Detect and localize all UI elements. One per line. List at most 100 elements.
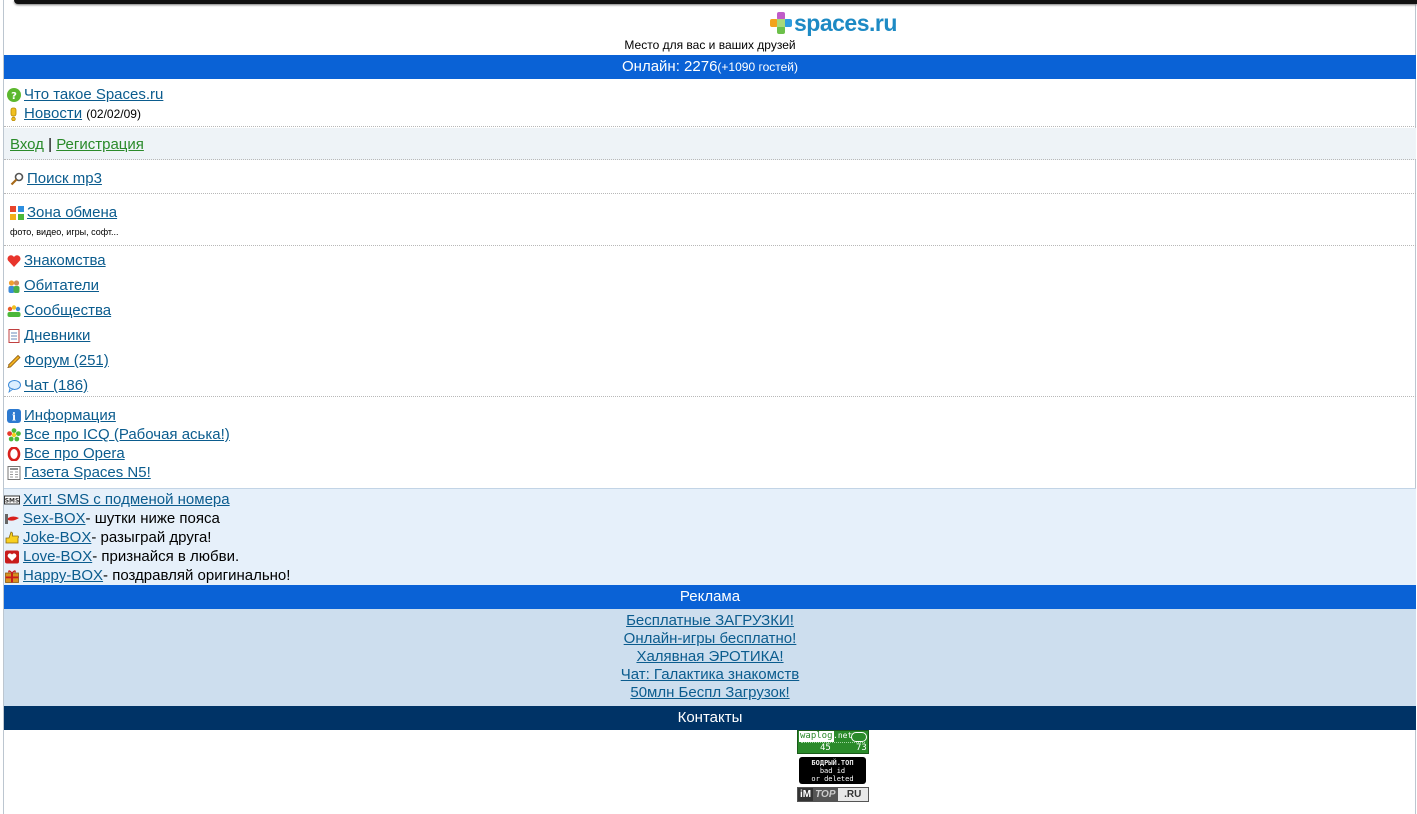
auth-section: Вход | Регистрация <box>4 128 1416 160</box>
lips-icon <box>5 513 19 524</box>
question-icon: ? <box>7 87 21 102</box>
ad-link[interactable]: Чат: Галактика знакомств <box>4 666 1416 684</box>
exchange-link[interactable]: Зона обмена <box>27 204 117 221</box>
diaries-link[interactable]: Дневники <box>24 327 90 344</box>
site-tagline: Место для вас и ваших друзей <box>624 38 796 52</box>
promo-item[interactable]: Love-BOX - признайся в любви. <box>4 548 239 565</box>
grid-icon <box>10 205 24 220</box>
exchange-section: Зона обмена фото, видео, игры, софт... <box>4 195 1416 246</box>
happy-box-desc: - поздравляй оригинально! <box>103 567 291 584</box>
about-link-row[interactable]: ? Что такое Spaces.ru <box>7 86 163 103</box>
newspaper-icon <box>7 465 21 480</box>
community-item[interactable]: Сообщества <box>7 302 111 319</box>
ads-bar: Реклама <box>4 585 1416 609</box>
love-box-link[interactable]: Love-BOX <box>23 548 92 565</box>
contacts-title: Контакты <box>677 709 743 726</box>
bodryi-line2: bad id <box>819 767 846 775</box>
waplog-left-count: 45 <box>820 743 831 753</box>
promo-item[interactable]: Happy-BOX - поздравляй оригинально! <box>4 567 290 584</box>
waplog-tld: .net <box>833 731 853 740</box>
imtop-left: iM <box>798 788 814 801</box>
exclamation-icon <box>10 107 17 121</box>
svg-text:i: i <box>12 410 16 423</box>
ad-link[interactable]: 50млн Беспл Загрузок! <box>4 684 1416 702</box>
newspaper-link[interactable]: Газета Spaces N5! <box>24 464 151 481</box>
exchange-subtitle: фото, видео, игры, софт... <box>10 227 119 237</box>
promo-item[interactable]: SMS Хит! SMS с подменой номера <box>4 491 230 508</box>
residents-link[interactable]: Обитатели <box>24 277 99 294</box>
login-link[interactable]: Вход <box>10 136 44 153</box>
opera-icon <box>7 446 21 461</box>
waplog-right-count: 73 <box>856 743 867 753</box>
extra-link-item[interactable]: Все про Opera <box>7 445 125 462</box>
dating-link[interactable]: Знакомства <box>24 252 106 269</box>
mp3-search-link[interactable]: Поиск mp3 <box>27 170 102 187</box>
ad-link[interactable]: Бесплатные ЗАГРУЗКИ! <box>4 612 1416 630</box>
gift-icon <box>5 569 19 583</box>
svg-text:SMS: SMS <box>5 497 20 504</box>
forum-link[interactable]: Форум (251) <box>24 352 109 369</box>
community-item[interactable]: Чат (186) <box>7 377 88 394</box>
imtop-right: .RU <box>837 788 868 801</box>
chat-link[interactable]: Чат (186) <box>24 377 88 394</box>
promo-item[interactable]: Sex-BOX - шутки ниже пояса <box>4 510 220 527</box>
happy-box-link[interactable]: Happy-BOX <box>23 567 103 584</box>
community-item[interactable]: Знакомства <box>7 252 106 269</box>
ad-link[interactable]: Онлайн-игры бесплатно! <box>4 630 1416 648</box>
waplog-name: waplog <box>799 731 834 742</box>
communities-link[interactable]: Сообщества <box>24 302 111 319</box>
sms-link[interactable]: Хит! SMS с подменой номера <box>23 491 230 508</box>
search-icon <box>10 172 24 185</box>
thumb-icon <box>5 531 19 543</box>
news-link-row[interactable]: Новости (02/02/09) <box>7 105 141 122</box>
site-header: spaces.ru Место для вас и ваших друзей <box>4 4 1416 54</box>
information-link[interactable]: Информация <box>24 407 116 424</box>
ads-section: Бесплатные ЗАГРУЗКИ! Онлайн-игры бесплат… <box>4 609 1416 706</box>
about-link[interactable]: Что такое Spaces.ru <box>24 86 163 103</box>
love-box-desc: - признайся в любви. <box>92 548 240 565</box>
promo-item[interactable]: Joke-BOX - разыграй друга! <box>4 529 211 546</box>
online-count: Онлайн: 2276 <box>622 58 718 75</box>
love-card-icon <box>5 550 19 563</box>
pencil-icon <box>7 354 21 368</box>
community-item[interactable]: Форум (251) <box>7 352 109 369</box>
bodryi-title: БОДРЫЙ.ТОП <box>811 759 854 767</box>
imtop-counter[interactable]: iM TOP .RU <box>797 787 869 802</box>
extra-link-item[interactable]: i Информация <box>7 407 116 424</box>
auth-separator: | <box>48 136 53 153</box>
icq-flower-icon <box>7 427 21 441</box>
register-link[interactable]: Регистрация <box>56 136 144 153</box>
joke-box-desc: - разыграй друга! <box>91 529 212 546</box>
speech-bubble-icon <box>8 379 21 393</box>
ad-link[interactable]: Халявная ЭРОТИКА! <box>4 648 1416 666</box>
opera-link[interactable]: Все про Opera <box>24 445 125 462</box>
people-icon <box>8 279 20 293</box>
guest-count: (+1090 гостей) <box>717 60 798 74</box>
community-item[interactable]: Обитатели <box>7 277 99 294</box>
mp3-row[interactable]: Поиск mp3 <box>10 170 102 187</box>
auth-row: Вход | Регистрация <box>10 136 144 153</box>
bodryi-line3: or deleted <box>811 775 854 783</box>
icq-link[interactable]: Все про ICQ (Рабочая аська!) <box>24 426 230 443</box>
joke-box-link[interactable]: Joke-BOX <box>23 529 91 546</box>
community-section: Знакомства Обитатели Сообщества Дневники… <box>4 247 1416 397</box>
community-item[interactable]: Дневники <box>7 327 90 344</box>
group-icon <box>7 304 21 317</box>
info-icon: i <box>7 408 21 423</box>
bodryi-counter[interactable]: БОДРЫЙ.ТОП bad id or deleted <box>799 757 866 784</box>
news-link[interactable]: Новости <box>24 105 82 122</box>
extra-link-item[interactable]: Все про ICQ (Рабочая аська!) <box>7 426 230 443</box>
spaces-logo-icon <box>770 12 792 34</box>
logo-text: spaces.ru <box>794 9 897 36</box>
exchange-row[interactable]: Зона обмена <box>10 204 117 221</box>
waplog-counter[interactable]: waplog .net 45 73 <box>797 730 869 754</box>
site-logo[interactable]: spaces.ru <box>770 10 897 36</box>
sex-box-link[interactable]: Sex-BOX <box>23 510 86 527</box>
online-bar: Онлайн: 2276(+1090 гостей) <box>4 55 1416 79</box>
extra-link-item[interactable]: Газета Spaces N5! <box>7 464 151 481</box>
svg-text:?: ? <box>11 91 17 102</box>
ads-title: Реклама <box>679 588 741 605</box>
heart-icon <box>7 254 21 267</box>
eye-icon <box>851 732 867 742</box>
extra-links-section: i Информация Все про ICQ (Рабочая аська!… <box>4 398 1416 488</box>
